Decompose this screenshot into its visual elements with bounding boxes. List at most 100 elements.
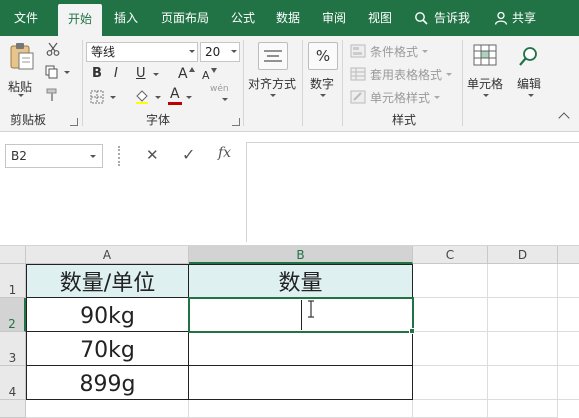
cell-b3[interactable] xyxy=(189,332,413,366)
tab-insert[interactable]: 插入 xyxy=(106,0,146,36)
editing-button[interactable] xyxy=(514,42,544,70)
fill-color-icon[interactable] xyxy=(134,88,150,104)
cell-a2[interactable]: 90kg xyxy=(26,298,189,332)
group-separator xyxy=(342,40,343,126)
select-all-corner[interactable] xyxy=(0,246,26,264)
cell-styles-button[interactable]: 单元格样式 xyxy=(350,89,460,107)
cell-d2[interactable] xyxy=(488,298,558,332)
row-header-4[interactable]: 4 xyxy=(0,366,26,400)
number-format-button[interactable]: % xyxy=(308,42,338,70)
cell-e4[interactable] xyxy=(558,366,579,400)
tab-file[interactable]: 文件 xyxy=(0,0,52,36)
cell-b1[interactable]: 数量 xyxy=(189,264,413,298)
cell-e2[interactable] xyxy=(558,298,579,332)
cell-e1[interactable] xyxy=(558,264,579,298)
row-header-3[interactable]: 3 xyxy=(0,332,26,366)
font-color-button[interactable]: A xyxy=(170,86,180,102)
cell-e3[interactable] xyxy=(558,332,579,366)
align-lines-icon xyxy=(264,50,282,62)
format-painter-icon[interactable] xyxy=(46,88,60,102)
cut-icon[interactable] xyxy=(46,42,60,56)
clipboard-launcher-icon[interactable] xyxy=(70,118,78,126)
column-header-b[interactable]: B xyxy=(189,246,413,264)
cell-a4[interactable]: 899g xyxy=(26,366,189,400)
fill-color-dropdown-icon[interactable] xyxy=(155,96,161,99)
row-header-2[interactable]: 2 xyxy=(0,298,26,332)
underline-button[interactable]: U xyxy=(136,66,146,82)
cell-b5[interactable] xyxy=(189,400,413,418)
ribbon: 粘贴 剪贴板 等线 20 B I U A A A wén 字体 对齐方式 % 数… xyxy=(0,36,579,132)
cells-grid-icon xyxy=(473,44,497,66)
cell-c2[interactable] xyxy=(413,298,488,332)
tell-me-search[interactable]: 告诉我 xyxy=(410,0,478,36)
cell-c1[interactable] xyxy=(413,264,488,298)
copy-dropdown-icon[interactable] xyxy=(64,71,70,74)
column-header-d[interactable]: D xyxy=(488,246,558,264)
font-launcher-icon[interactable] xyxy=(232,118,240,126)
borders-dropdown-icon[interactable] xyxy=(110,96,116,99)
format-as-table-button[interactable]: 套用表格格式 xyxy=(350,66,460,84)
conditional-formatting-button[interactable]: 条件格式 xyxy=(350,43,460,61)
font-name-dropdown-icon[interactable] xyxy=(189,50,195,53)
column-header-e[interactable] xyxy=(558,246,579,264)
row-header-1[interactable]: 1 xyxy=(0,264,26,298)
cell-c5[interactable] xyxy=(413,400,488,418)
paste-button[interactable]: 粘贴 xyxy=(6,42,38,94)
search-icon xyxy=(519,47,537,66)
cell-b4[interactable] xyxy=(189,366,413,400)
cell-a1[interactable]: 数量/单位 xyxy=(26,264,189,298)
formula-input[interactable] xyxy=(246,142,579,242)
name-box[interactable]: B2 xyxy=(5,144,103,168)
insert-function-button[interactable]: fx xyxy=(218,145,231,161)
number-dropdown-icon[interactable] xyxy=(320,94,326,97)
fill-handle[interactable] xyxy=(409,328,415,334)
tab-view[interactable]: 视图 xyxy=(360,0,400,36)
row-header-5[interactable] xyxy=(0,400,26,418)
cell-d4[interactable] xyxy=(488,366,558,400)
cells-dropdown-icon[interactable] xyxy=(483,94,489,97)
group-separator xyxy=(462,40,463,126)
paste-dropdown-icon[interactable] xyxy=(18,94,24,97)
tell-me-label: 告诉我 xyxy=(434,11,471,25)
formula-bar-grip[interactable] xyxy=(118,146,120,166)
name-box-dropdown-icon[interactable] xyxy=(90,155,96,158)
copy-icon[interactable] xyxy=(45,65,61,79)
borders-icon[interactable] xyxy=(90,90,104,104)
ribbon-tab-bar: 文件 开始 插入 页面布局 公式 数据 审阅 视图 告诉我 共享 xyxy=(0,0,579,36)
cell-d3[interactable] xyxy=(488,332,558,366)
underline-dropdown-icon[interactable] xyxy=(153,73,159,76)
cells-button[interactable] xyxy=(470,42,500,70)
tab-review[interactable]: 审阅 xyxy=(314,0,354,36)
font-color-dropdown-icon[interactable] xyxy=(186,96,192,99)
cell-c4[interactable] xyxy=(413,366,488,400)
column-header-a[interactable]: A xyxy=(26,246,189,264)
confirm-edit-button[interactable]: ✓ xyxy=(182,145,195,164)
cell-d5[interactable] xyxy=(488,400,558,418)
cancel-edit-button[interactable]: ✕ xyxy=(146,146,159,164)
tab-home[interactable]: 开始 xyxy=(58,4,102,36)
format-as-table-dropdown-icon xyxy=(446,73,452,76)
cell-a5[interactable] xyxy=(26,400,189,418)
bold-button[interactable]: B xyxy=(92,66,102,82)
grow-font-button[interactable]: A xyxy=(178,66,188,82)
number-label: 数字 xyxy=(310,77,335,91)
cell-a3[interactable]: 70kg xyxy=(26,332,189,366)
tab-formulas[interactable]: 公式 xyxy=(224,0,262,36)
collapse-ribbon-icon[interactable] xyxy=(558,112,570,124)
share-button[interactable]: 共享 xyxy=(492,0,548,36)
cell-d1[interactable] xyxy=(488,264,558,298)
conditional-format-icon xyxy=(350,44,366,58)
font-name-select[interactable]: 等线 xyxy=(86,42,198,62)
cell-c3[interactable] xyxy=(413,332,488,366)
column-header-c[interactable]: C xyxy=(413,246,488,264)
alignment-dropdown-icon[interactable] xyxy=(270,94,276,97)
alignment-button[interactable] xyxy=(258,42,288,70)
tab-data[interactable]: 数据 xyxy=(268,0,308,36)
phonetic-guide-button[interactable]: wén xyxy=(210,84,229,94)
tab-page-layout[interactable]: 页面布局 xyxy=(152,0,218,36)
editing-dropdown-icon[interactable] xyxy=(528,94,534,97)
shrink-font-button[interactable]: A xyxy=(202,68,210,84)
italic-button[interactable]: I xyxy=(114,66,118,82)
phonetic-dropdown-icon[interactable] xyxy=(222,98,228,101)
font-size-dropdown-icon[interactable] xyxy=(231,50,237,53)
